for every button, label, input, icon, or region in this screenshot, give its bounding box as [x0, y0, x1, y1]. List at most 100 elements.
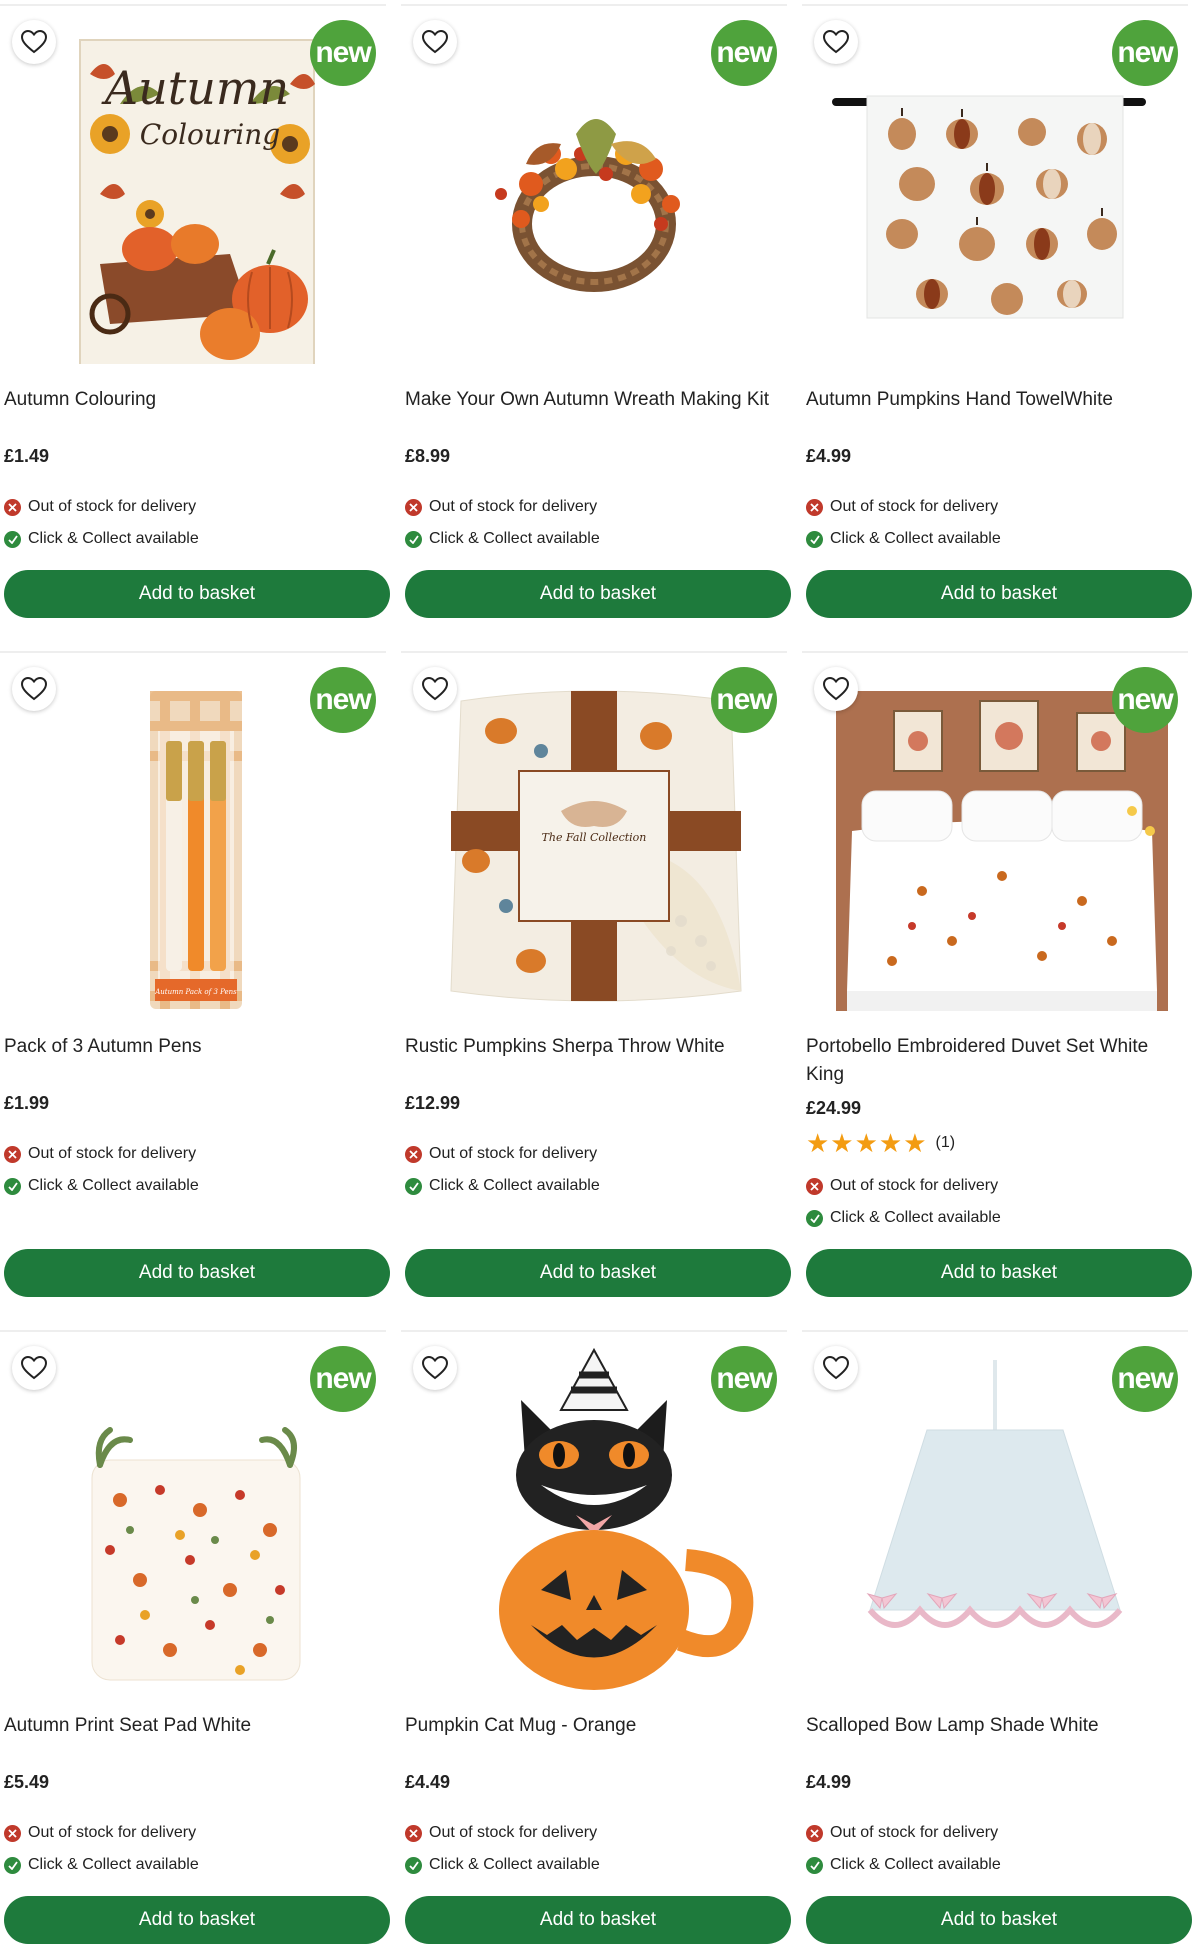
delivery-status-text: Out of stock for delivery — [830, 1177, 999, 1194]
card-divider — [0, 4, 386, 6]
new-badge: new — [711, 20, 777, 86]
wishlist-heart-icon[interactable] — [814, 1346, 858, 1390]
throw-label-text: The Fall Collection — [542, 831, 647, 844]
product-title[interactable]: Autumn Print Seat Pad White — [4, 1712, 384, 1740]
product-title[interactable]: Scalloped Bow Lamp Shade White — [806, 1712, 1186, 1740]
cross-circle-icon — [405, 1824, 422, 1842]
wishlist-heart-icon[interactable] — [413, 20, 457, 64]
wishlist-heart-icon[interactable] — [12, 667, 56, 711]
collect-status: Click & Collect available — [4, 1177, 199, 1195]
rating-count: (1) — [935, 1134, 956, 1151]
wishlist-heart-icon[interactable] — [814, 20, 858, 64]
wishlist-heart-icon[interactable] — [12, 1346, 56, 1390]
check-circle-icon — [806, 530, 823, 548]
product-price: £4.99 — [806, 446, 852, 466]
collect-status: Click & Collect available — [405, 1856, 600, 1874]
wishlist-heart-icon[interactable] — [413, 667, 457, 711]
collect-status-text: Click & Collect available — [28, 1856, 199, 1873]
cross-circle-icon — [806, 1177, 823, 1195]
product-price: £8.99 — [405, 446, 451, 466]
wishlist-heart-icon[interactable] — [814, 667, 858, 711]
delivery-status: Out of stock for delivery — [806, 498, 998, 516]
collect-status: Click & Collect available — [405, 530, 600, 548]
new-badge: new — [711, 1346, 777, 1412]
delivery-status: Out of stock for delivery — [405, 1824, 597, 1842]
delivery-status: Out of stock for delivery — [4, 1145, 196, 1163]
card-divider — [401, 4, 787, 6]
check-circle-icon — [4, 530, 21, 548]
delivery-status: Out of stock for delivery — [806, 1177, 998, 1195]
delivery-status-text: Out of stock for delivery — [429, 1824, 598, 1841]
card-divider — [401, 651, 787, 653]
cover-title-line1: Autumn — [101, 61, 289, 115]
add-to-basket-button[interactable]: Add to basket — [4, 1896, 390, 1944]
delivery-status-text: Out of stock for delivery — [830, 1824, 999, 1841]
delivery-status-text: Out of stock for delivery — [830, 498, 999, 515]
cross-circle-icon — [4, 1824, 21, 1842]
card-divider — [802, 4, 1188, 6]
product-price: £4.49 — [405, 1772, 451, 1792]
card-divider — [0, 1330, 386, 1332]
card-divider — [401, 1330, 787, 1332]
product-price: £1.99 — [4, 1093, 50, 1113]
delivery-status-text: Out of stock for delivery — [28, 498, 197, 515]
add-to-basket-button[interactable]: Add to basket — [4, 570, 390, 618]
check-circle-icon — [806, 1856, 823, 1874]
collect-status: Click & Collect available — [806, 530, 1001, 548]
collect-status-text: Click & Collect available — [429, 1177, 600, 1194]
wishlist-heart-icon[interactable] — [413, 1346, 457, 1390]
new-badge: new — [310, 20, 376, 86]
delivery-status: Out of stock for delivery — [4, 1824, 196, 1842]
new-badge: new — [1112, 1346, 1178, 1412]
add-to-basket-button[interactable]: Add to basket — [806, 570, 1192, 618]
delivery-status: Out of stock for delivery — [405, 498, 597, 516]
card-divider — [802, 1330, 1188, 1332]
pack-label-text: Autumn Pack of 3 Pens — [154, 988, 237, 996]
cross-circle-icon — [4, 498, 21, 516]
collect-status: Click & Collect available — [405, 1177, 600, 1195]
delivery-status-text: Out of stock for delivery — [429, 498, 598, 515]
cross-circle-icon — [405, 498, 422, 516]
cross-circle-icon — [806, 1824, 823, 1842]
check-circle-icon — [405, 1177, 422, 1195]
check-circle-icon — [405, 1856, 422, 1874]
add-to-basket-button[interactable]: Add to basket — [405, 1249, 791, 1297]
product-title[interactable]: Pack of 3 Autumn Pens — [4, 1033, 384, 1061]
new-badge: new — [310, 667, 376, 733]
collect-status: Click & Collect available — [4, 530, 199, 548]
collect-status-text: Click & Collect available — [830, 530, 1001, 547]
add-to-basket-button[interactable]: Add to basket — [806, 1249, 1192, 1297]
delivery-status: Out of stock for delivery — [806, 1824, 998, 1842]
product-grid: Autumn Colouring new Autumn Colouring £1… — [0, 0, 1200, 1956]
product-price: £12.99 — [405, 1093, 461, 1113]
collect-status-text: Click & Collect available — [429, 1856, 600, 1873]
check-circle-icon — [806, 1209, 823, 1227]
delivery-status-text: Out of stock for delivery — [28, 1824, 197, 1841]
collect-status: Click & Collect available — [4, 1856, 199, 1874]
product-rating[interactable]: ★★★★★ (1) — [806, 1130, 955, 1156]
add-to-basket-button[interactable]: Add to basket — [405, 570, 791, 618]
product-title[interactable]: Portobello Embroidered Duvet Set White K… — [806, 1033, 1186, 1089]
product-price: £1.49 — [4, 446, 50, 466]
product-price: £4.99 — [806, 1772, 852, 1792]
cross-circle-icon — [4, 1145, 21, 1163]
cross-circle-icon — [806, 498, 823, 516]
collect-status-text: Click & Collect available — [830, 1209, 1001, 1226]
card-divider — [0, 651, 386, 653]
product-title[interactable]: Pumpkin Cat Mug - Orange — [405, 1712, 785, 1740]
add-to-basket-button[interactable]: Add to basket — [405, 1896, 791, 1944]
product-title[interactable]: Rustic Pumpkins Sherpa Throw White — [405, 1033, 785, 1061]
product-title[interactable]: Autumn Colouring — [4, 386, 384, 414]
new-badge: new — [1112, 667, 1178, 733]
wishlist-heart-icon[interactable] — [12, 20, 56, 64]
add-to-basket-button[interactable]: Add to basket — [806, 1896, 1192, 1944]
star-rating-icons: ★★★★★ — [806, 1128, 928, 1158]
check-circle-icon — [405, 530, 422, 548]
delivery-status: Out of stock for delivery — [405, 1145, 597, 1163]
add-to-basket-button[interactable]: Add to basket — [4, 1249, 390, 1297]
product-title[interactable]: Make Your Own Autumn Wreath Making Kit — [405, 386, 785, 414]
delivery-status: Out of stock for delivery — [4, 498, 196, 516]
product-title[interactable]: Autumn Pumpkins Hand TowelWhite — [806, 386, 1186, 414]
check-circle-icon — [4, 1177, 21, 1195]
collect-status-text: Click & Collect available — [28, 530, 199, 547]
